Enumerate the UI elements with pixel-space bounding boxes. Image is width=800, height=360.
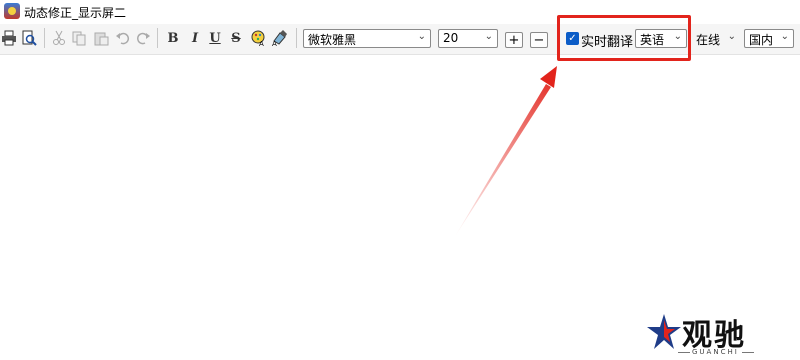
- divider: [742, 352, 754, 353]
- annotation-arrow: [454, 66, 557, 238]
- star-icon: [647, 314, 681, 349]
- watermark-sub: GUANCHI: [692, 348, 739, 356]
- divider: [678, 352, 690, 353]
- watermark-logo: 观驰 GUANCHI: [646, 310, 766, 358]
